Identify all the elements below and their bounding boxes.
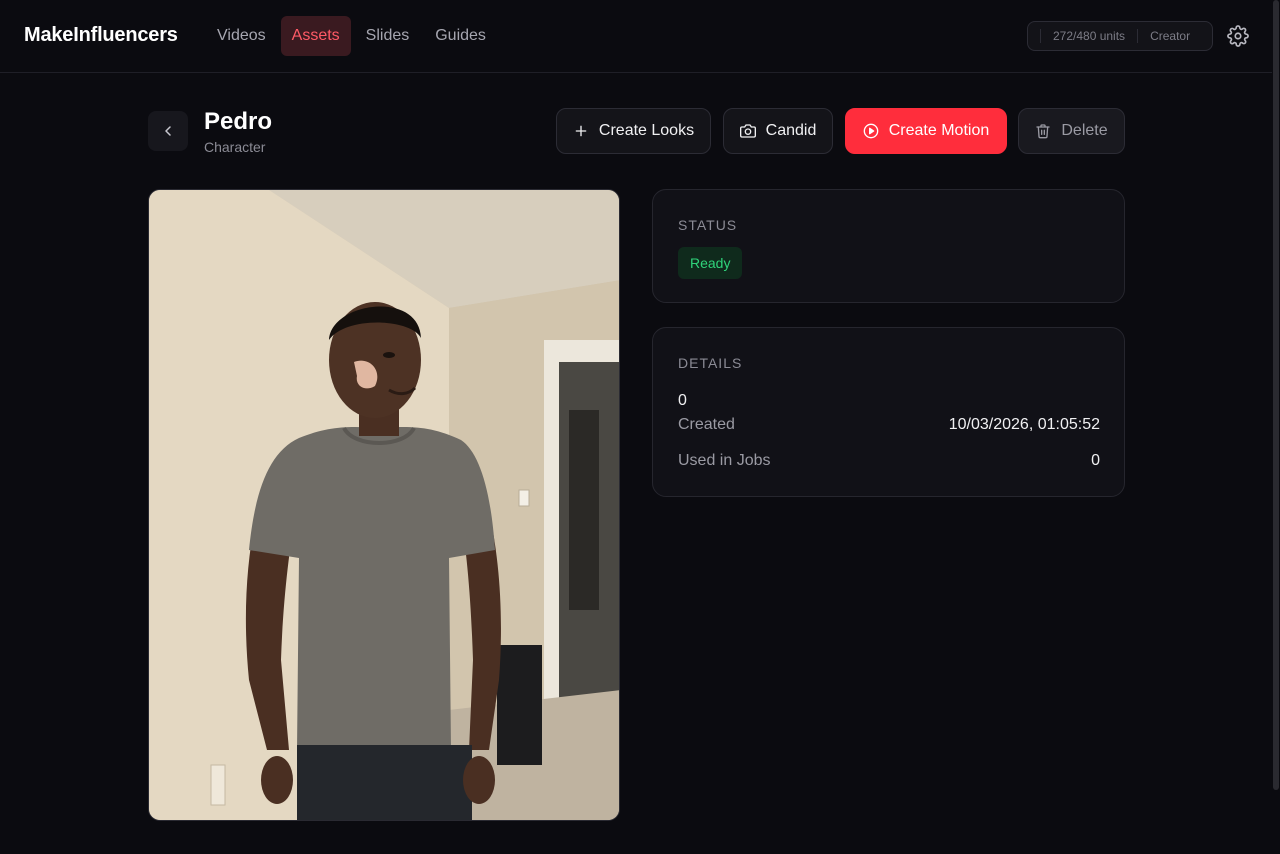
details-heading: DETAILS [678,355,743,371]
scrollbar-thumb[interactable] [1273,0,1279,790]
create-motion-label: Create Motion [888,122,990,139]
status-heading: STATUS [678,217,738,233]
delete-label: Delete [1061,122,1108,139]
status-card: STATUS Ready [652,189,1125,303]
usage-indicator[interactable]: 272/480 units Creator [1027,21,1213,51]
details-value: 0 [678,392,687,409]
nav-videos[interactable]: Videos [206,16,277,56]
used-in-jobs-label: Used in Jobs [678,452,771,469]
play-circle-icon [863,123,879,139]
created-label: Created [678,416,735,433]
page-title: Pedro [204,108,273,135]
scrollbar-track[interactable] [1272,0,1280,854]
trash-icon [1036,124,1051,139]
used-in-jobs-value: 0 [1091,452,1100,469]
main-nav: Videos Assets Slides Guides [206,16,497,56]
plan-name: Creator [1150,29,1191,43]
asset-type: Character [204,139,266,155]
top-navigation-bar: MakeInfluencers Videos Assets Slides Gui… [0,0,1280,73]
candid-button[interactable]: Candid [723,108,833,154]
plus-icon [575,125,587,137]
create-looks-label: Create Looks [598,122,695,139]
nav-slides[interactable]: Slides [355,16,421,56]
created-value: 10/03/2026, 01:05:52 [948,416,1100,433]
back-button[interactable] [148,111,188,151]
brand-logo[interactable]: MakeInfluencers [24,24,178,47]
candid-label: Candid [765,122,817,139]
camera-icon [739,124,756,138]
create-looks-button[interactable]: Create Looks [556,108,711,154]
nav-guides[interactable]: Guides [424,16,497,56]
nav-assets[interactable]: Assets [280,16,351,56]
units-count: 272/480 units [1053,29,1126,43]
delete-button[interactable]: Delete [1018,108,1125,154]
details-card: DETAILS 0 Created 10/03/2026, 01:05:52 U… [652,327,1125,497]
gear-icon[interactable] [1227,25,1249,47]
create-motion-button[interactable]: Create Motion [845,108,1007,154]
status-badge: Ready [678,247,743,279]
character-photo [148,189,620,821]
chevron-left-icon [165,126,171,136]
